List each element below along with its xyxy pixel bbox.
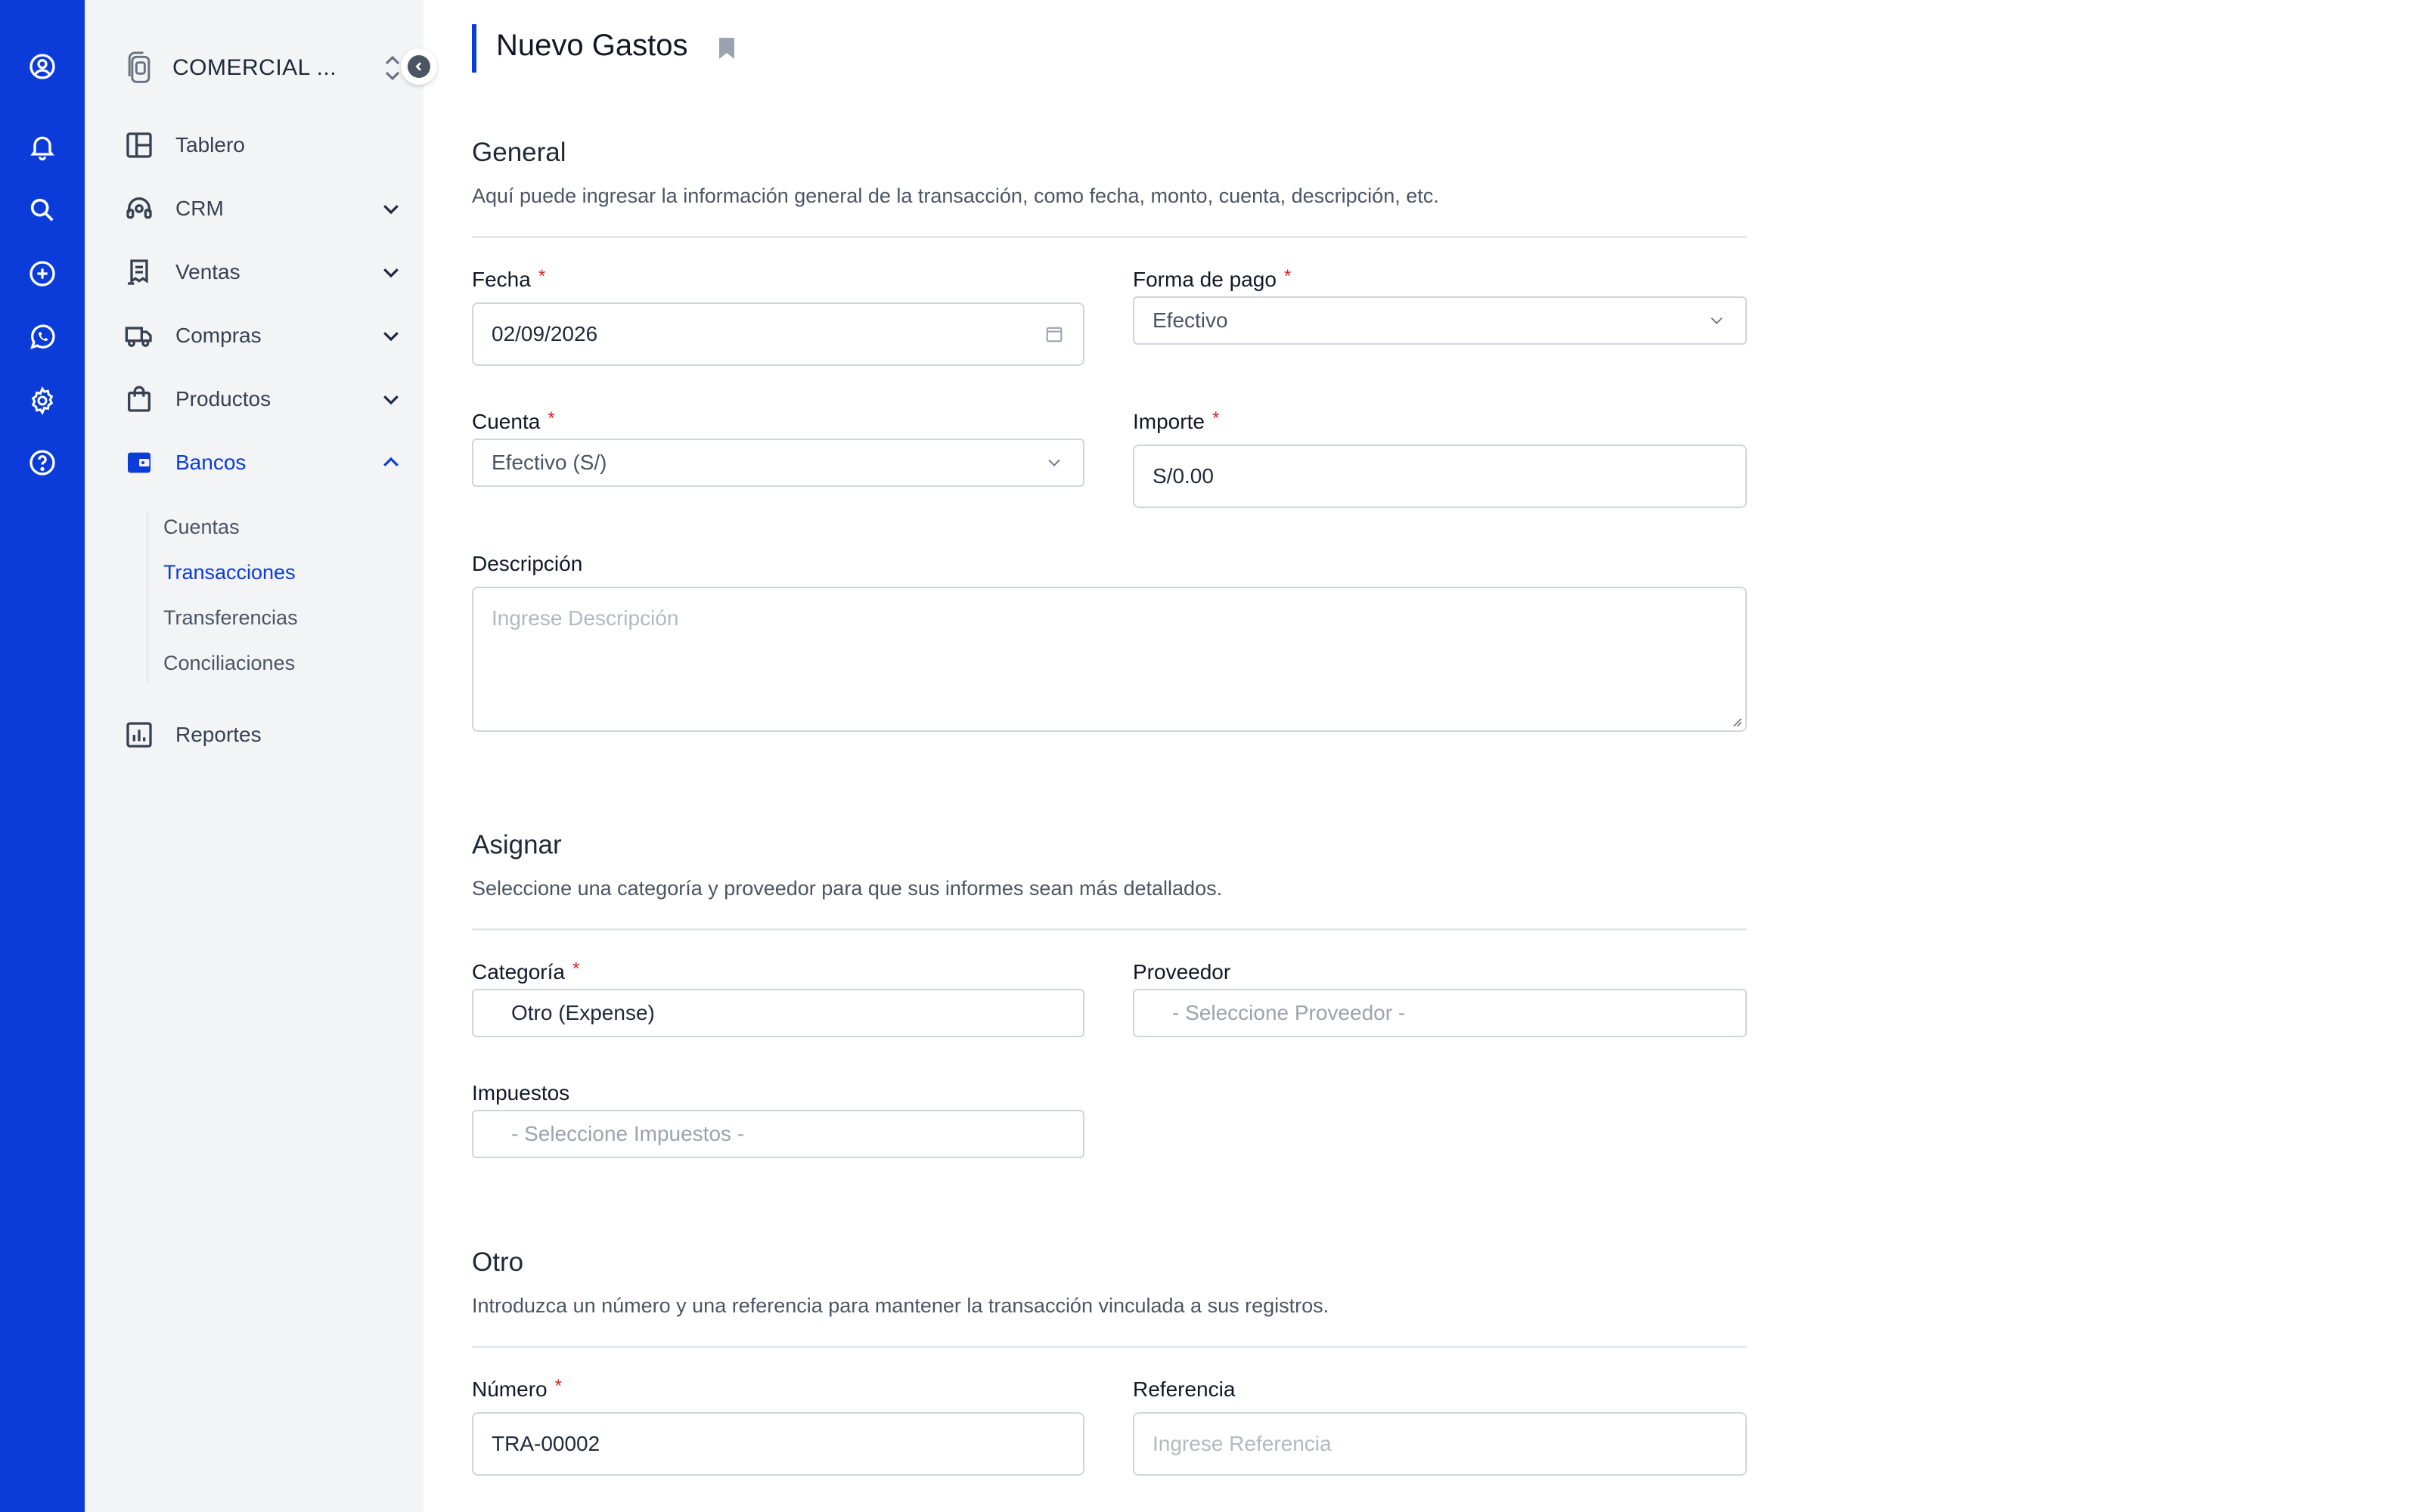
sidebar-item-reportes[interactable]: Reportes xyxy=(123,712,402,758)
sidebar: COMERCIAL ... Tablero CRM Ventas Compras xyxy=(85,0,437,1512)
cuenta-value: Efectivo (S/) xyxy=(492,451,607,474)
section-title-otro: Otro xyxy=(472,1247,524,1277)
referencia-label: Referencia xyxy=(1133,1377,1236,1401)
chevron-down-icon xyxy=(383,395,399,405)
categoria-select[interactable]: Otro (Expense) xyxy=(472,989,1084,1037)
categoria-label: Categoría * xyxy=(472,959,580,984)
whatsapp-icon[interactable] xyxy=(21,316,64,358)
forma-de-pago-label: Forma de pago * xyxy=(1133,266,1292,291)
required-asterisk: * xyxy=(554,1376,562,1396)
chevron-updown-icon xyxy=(385,55,400,81)
dashboard-icon xyxy=(123,129,156,162)
fecha-label: Fecha * xyxy=(472,266,546,291)
section-description-asignar: Seleccione una categoría y proveedor par… xyxy=(472,877,1223,900)
section-description-general: Aquí puede ingresar la información gener… xyxy=(472,184,1439,207)
descripcion-label: Descripción xyxy=(472,552,583,575)
proveedor-placeholder: - Seleccione Proveedor - xyxy=(1172,1001,1406,1024)
chevron-down-icon xyxy=(383,205,399,215)
sidebar-item-crm[interactable]: CRM xyxy=(123,186,402,231)
chevron-down-icon xyxy=(1711,317,1723,324)
sidebar-item-label: Tablero xyxy=(175,133,245,156)
section-divider xyxy=(472,1346,1747,1348)
wallet-icon xyxy=(123,446,156,479)
required-asterisk: * xyxy=(1212,408,1220,429)
truck-icon xyxy=(123,319,156,352)
categoria-value: Otro (Expense) xyxy=(511,1001,655,1024)
shopping-bag-icon xyxy=(123,383,156,416)
resize-grip-icon[interactable] xyxy=(1730,715,1742,727)
company-name: COMERCIAL ... xyxy=(172,55,337,80)
sidebar-item-label: Compras xyxy=(175,324,262,347)
sidebar-item-compras[interactable]: Compras xyxy=(123,313,402,358)
required-asterisk: * xyxy=(538,266,546,287)
bookmark-icon[interactable] xyxy=(717,36,737,60)
required-asterisk: * xyxy=(1283,266,1292,287)
forma-de-pago-value: Efectivo xyxy=(1153,308,1228,332)
main-content: Nuevo Gastos General Aquí puede ingresar… xyxy=(424,0,2420,1512)
chevron-down-icon xyxy=(383,268,399,278)
company-logo-icon xyxy=(128,51,150,83)
plus-circle-icon[interactable] xyxy=(21,253,64,295)
proveedor-label: Proveedor xyxy=(1133,960,1231,984)
company-switcher[interactable]: COMERCIAL ... xyxy=(123,45,402,91)
sidebar-item-bancos[interactable]: Bancos xyxy=(123,440,402,485)
referencia-input[interactable]: Ingrese Referencia xyxy=(1133,1412,1747,1476)
fecha-value: 02/09/2026 xyxy=(492,322,598,345)
section-title-asignar: Asignar xyxy=(472,830,562,860)
icon-rail xyxy=(0,0,85,1512)
sidebar-subitem-transacciones[interactable]: Transacciones xyxy=(163,561,296,584)
chevron-down-icon xyxy=(383,332,399,342)
descripcion-textarea[interactable]: Ingrese Descripción xyxy=(472,587,1747,732)
impuestos-placeholder: - Seleccione Impuestos - xyxy=(511,1122,745,1145)
importe-input[interactable]: S/0.00 xyxy=(1133,445,1747,508)
receipt-icon xyxy=(123,256,156,289)
sidebar-item-label: Ventas xyxy=(175,260,240,284)
sidebar-item-ventas[interactable]: Ventas xyxy=(123,249,402,295)
headset-icon xyxy=(123,192,156,225)
calendar-icon[interactable] xyxy=(1044,324,1065,345)
sidebar-subitem-transferencias[interactable]: Transferencias xyxy=(163,606,298,630)
section-description-otro: Introduzca un número y una referencia pa… xyxy=(472,1294,1329,1317)
proveedor-select[interactable]: - Seleccione Proveedor - xyxy=(1133,989,1747,1037)
section-divider xyxy=(472,236,1747,238)
chevron-down-icon xyxy=(1048,459,1060,466)
referencia-placeholder: Ingrese Referencia xyxy=(1153,1432,1332,1455)
sidebar-item-tablero[interactable]: Tablero xyxy=(123,122,402,168)
importe-value: S/0.00 xyxy=(1153,464,1214,488)
forma-de-pago-select[interactable]: Efectivo xyxy=(1133,296,1747,345)
numero-value: TRA-00002 xyxy=(492,1432,600,1455)
sidebar-item-label: Productos xyxy=(175,387,271,411)
numero-input[interactable]: TRA-00002 xyxy=(472,1412,1084,1476)
required-asterisk: * xyxy=(572,959,580,979)
section-divider xyxy=(472,928,1747,931)
required-asterisk: * xyxy=(548,408,555,429)
user-circle-icon[interactable] xyxy=(21,45,64,88)
impuestos-select[interactable]: - Seleccione Impuestos - xyxy=(472,1110,1084,1158)
cuenta-label: Cuenta * xyxy=(472,408,555,433)
numero-label: Número * xyxy=(472,1376,562,1401)
chevron-up-icon xyxy=(383,457,399,466)
sidebar-item-label: CRM xyxy=(175,197,224,220)
sidebar-item-productos[interactable]: Productos xyxy=(123,376,402,422)
fecha-date-input[interactable]: 02/09/2026 xyxy=(472,302,1084,366)
cuenta-select[interactable]: Efectivo (S/) xyxy=(472,438,1084,487)
descripcion-placeholder: Ingrese Descripción xyxy=(492,606,679,630)
sidebar-subitem-cuentas[interactable]: Cuentas xyxy=(163,516,240,539)
search-icon[interactable] xyxy=(21,189,64,231)
title-accent-bar xyxy=(472,24,476,73)
section-title-general: General xyxy=(472,138,566,167)
bell-icon[interactable] xyxy=(21,125,64,168)
sidebar-item-label: Reportes xyxy=(175,723,262,746)
chart-icon xyxy=(123,718,156,751)
submenu-divider xyxy=(147,511,148,685)
importe-label: Importe * xyxy=(1133,408,1220,433)
gear-icon[interactable] xyxy=(21,380,64,422)
sidebar-item-label: Bancos xyxy=(175,451,247,474)
sidebar-subitem-conciliaciones[interactable]: Conciliaciones xyxy=(163,652,295,675)
page-title: Nuevo Gastos xyxy=(496,29,688,62)
help-circle-icon[interactable] xyxy=(21,442,64,484)
impuestos-label: Impuestos xyxy=(472,1081,570,1105)
